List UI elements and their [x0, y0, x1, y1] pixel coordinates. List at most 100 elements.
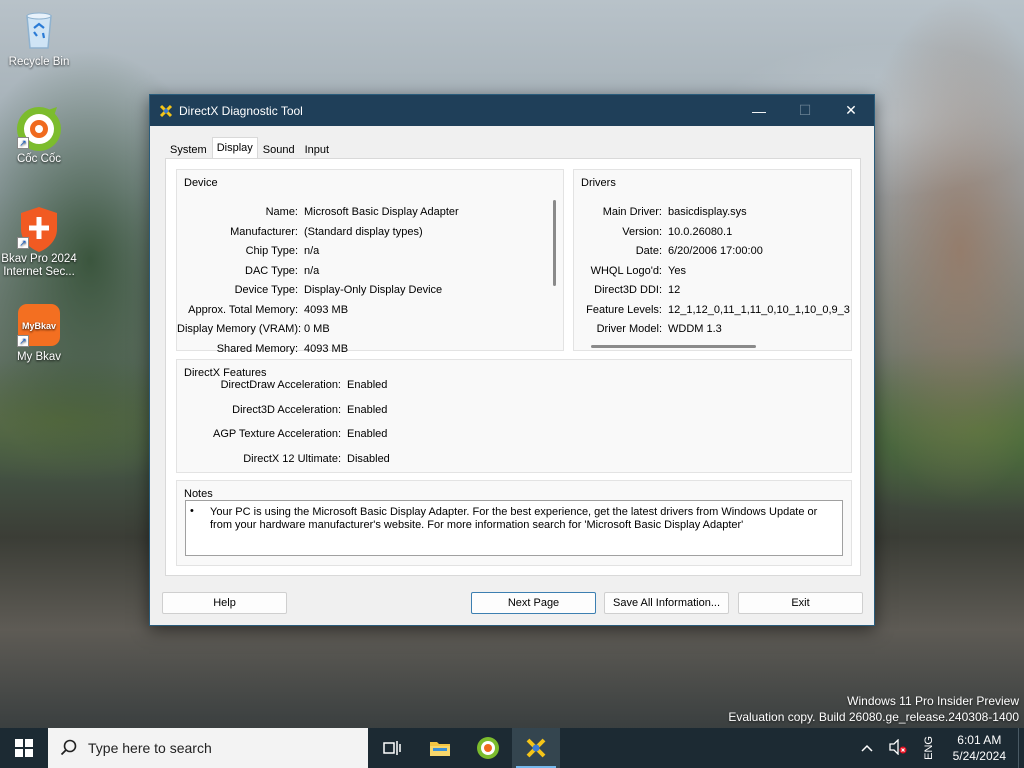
- volume-button[interactable]: [881, 737, 915, 758]
- directx-feature-row-key: AGP Texture Acceleration:: [213, 428, 341, 440]
- driver-info-row-key: WHQL Logo'd:: [590, 264, 662, 277]
- directx-feature-row-value: Enabled: [347, 403, 388, 416]
- device-group: Device Name: Microsoft Basic Display Adap…: [176, 169, 564, 355]
- coc-coc-taskbar-button[interactable]: [464, 728, 512, 768]
- notes-title: Notes: [184, 488, 213, 500]
- tab-sound[interactable]: Sound: [258, 139, 300, 159]
- driver-info-row-value: 12: [668, 284, 681, 296]
- coc-coc-icon: ↗: [17, 105, 61, 151]
- device-info-row-value: Microsoft Basic Display Adapter: [304, 206, 459, 218]
- clock-date: 5/24/2024: [952, 749, 1006, 763]
- show-hidden-icons-button[interactable]: [853, 741, 881, 755]
- device-info-row-key: Chip Type:: [245, 245, 298, 257]
- directx-taskbar-button[interactable]: [512, 728, 560, 768]
- device-info-row-value: 4093 MB: [304, 303, 349, 316]
- desktop-icon-label: Bkav Pro 2024 Internet Sec...: [1, 253, 77, 278]
- taskbar-search-box[interactable]: Type here to search: [48, 728, 368, 768]
- close-button[interactable]: ✕: [828, 95, 874, 126]
- system-tray: ENG 6:01 AM 5/24/2024: [853, 728, 1024, 768]
- device-info-row-value: 0 MB: [304, 323, 330, 335]
- directx-feature-row: DirectX 12 Ultimate: Disabled: [177, 453, 390, 465]
- desktop-icon-label: Cốc Cốc: [16, 153, 62, 165]
- maximize-button: ☐: [798, 102, 812, 118]
- shortcut-arrow-icon: ↗: [17, 335, 29, 347]
- recycle-bin-icon: [17, 8, 61, 52]
- exit-button[interactable]: Exit: [738, 592, 863, 614]
- driver-info-row: Date: 6/20/2006 17:00:00: [574, 245, 763, 257]
- start-button[interactable]: [0, 728, 48, 768]
- tab-strip: System Display Sound Input: [165, 137, 334, 159]
- directx-icon: [526, 738, 546, 758]
- desktop-icon-my-bkav[interactable]: MyBkav ↗ My Bkav: [1, 303, 77, 364]
- driver-info-row-key: Date:: [635, 245, 662, 257]
- clock-time: 6:01 AM: [957, 733, 1002, 747]
- directx-feature-row-value: Enabled: [347, 379, 388, 391]
- input-language-indicator[interactable]: ENG: [915, 736, 943, 760]
- desktop-icon-bkav-pro[interactable]: ↗ Bkav Pro 2024 Internet Sec...: [1, 205, 77, 279]
- driver-info-row-value: Yes: [668, 264, 686, 277]
- svg-text:MyBkav: MyBkav: [22, 321, 56, 331]
- taskbar-clock[interactable]: 6:01 AM 5/24/2024: [943, 732, 1018, 764]
- device-info-row: DAC Type: n/a: [177, 265, 319, 277]
- device-info-row-key: Approx. Total Memory:: [188, 303, 298, 316]
- directx-feature-row-value: Enabled: [347, 428, 388, 440]
- minimize-button[interactable]: —: [736, 95, 782, 126]
- directx-diagnostic-window: DirectX Diagnostic Tool — ☐ ✕ System Dis…: [149, 94, 875, 626]
- tab-input[interactable]: Input: [300, 139, 334, 159]
- desktop-icon-label: My Bkav: [16, 351, 62, 363]
- task-view-button[interactable]: [368, 728, 416, 768]
- window-title: DirectX Diagnostic Tool: [179, 103, 303, 118]
- desktop-icon-label: Recycle Bin: [8, 56, 70, 68]
- windows-logo-icon: [15, 739, 33, 757]
- driver-info-row: Direct3D DDI: 12: [574, 284, 680, 296]
- chevron-up-icon: [861, 744, 873, 752]
- directx-feature-row-key: Direct3D Acceleration:: [232, 403, 341, 416]
- device-info-row: Display Memory (VRAM): 0 MB: [177, 323, 330, 335]
- desktop-icon-recycle-bin[interactable]: Recycle Bin: [1, 8, 77, 69]
- device-info-row-value: Display-Only Display Device: [304, 284, 443, 296]
- driver-info-row: Version: 10.0.26080.1: [574, 226, 732, 238]
- help-button[interactable]: Help: [162, 592, 287, 614]
- device-info-row-value: n/a: [304, 245, 320, 257]
- device-info-row-key: Device Type:: [234, 284, 298, 296]
- file-explorer-icon: [430, 742, 450, 756]
- language-label: ENG: [922, 736, 935, 760]
- notes-bullet: •: [190, 505, 194, 517]
- device-group-title: Device: [184, 177, 218, 189]
- device-scrollbar[interactable]: [553, 200, 556, 286]
- shortcut-arrow-icon: ↗: [17, 137, 29, 149]
- directx-features-group: DirectX Features DirectDraw Acceleration…: [176, 359, 852, 473]
- driver-info-row-key: Main Driver:: [602, 206, 662, 218]
- driver-info-row: Feature Levels: 12_1,12_0,11_1,11_0,10_1,…: [574, 304, 850, 316]
- device-info-row: Name: Microsoft Basic Display Adapter: [177, 206, 459, 218]
- notes-textbox[interactable]: • Your PC is using the Microsoft Basic D…: [185, 500, 843, 556]
- next-page-button[interactable]: Next Page: [471, 592, 596, 614]
- notes-group: Notes • Your PC is using the Microsoft B…: [176, 480, 852, 566]
- show-desktop-button[interactable]: [1018, 728, 1024, 768]
- tab-system[interactable]: System: [165, 139, 212, 159]
- device-info-row: Shared Memory: 4093 MB: [177, 343, 348, 355]
- drivers-horizontal-scrollbar[interactable]: [591, 345, 756, 348]
- drivers-group: Drivers Main Driver: basicdisplay.sys Vers…: [573, 169, 852, 351]
- driver-info-row: WHQL Logo'd: Yes: [574, 265, 686, 277]
- desktop-icon-coc-coc[interactable]: ↗ Cốc Cốc: [1, 105, 77, 166]
- tab-display[interactable]: Display: [211, 137, 258, 159]
- device-info-row: Manufacturer: (Standard display types): [177, 226, 423, 238]
- display-tab-panel: Device Name: Microsoft Basic Display Adap…: [165, 158, 861, 576]
- file-explorer-button[interactable]: [416, 728, 464, 768]
- directx-feature-row: DirectDraw Acceleration: Enabled: [177, 379, 388, 391]
- device-info-row-value: 4093 MB: [304, 342, 349, 355]
- volume-muted-icon: [888, 737, 907, 756]
- save-all-information-button[interactable]: Save All Information...: [604, 592, 729, 614]
- device-info-row: Approx. Total Memory: 4093 MB: [177, 304, 348, 316]
- driver-info-row-key: Feature Levels:: [586, 303, 662, 316]
- drivers-info-list[interactable]: Main Driver: basicdisplay.sys Version: 10.0…: [574, 170, 851, 350]
- window-titlebar[interactable]: DirectX Diagnostic Tool — ☐ ✕: [150, 95, 874, 126]
- directx-feature-row-value: Disabled: [347, 452, 390, 465]
- device-info-row-key: Shared Memory:: [216, 342, 298, 355]
- driver-info-row-key: Driver Model:: [596, 323, 662, 335]
- coc-coc-icon: [477, 737, 499, 759]
- shortcut-arrow-icon: ↗: [17, 237, 29, 249]
- device-info-row-key: Manufacturer:: [230, 225, 298, 238]
- device-info-row-key: DAC Type:: [245, 264, 298, 277]
